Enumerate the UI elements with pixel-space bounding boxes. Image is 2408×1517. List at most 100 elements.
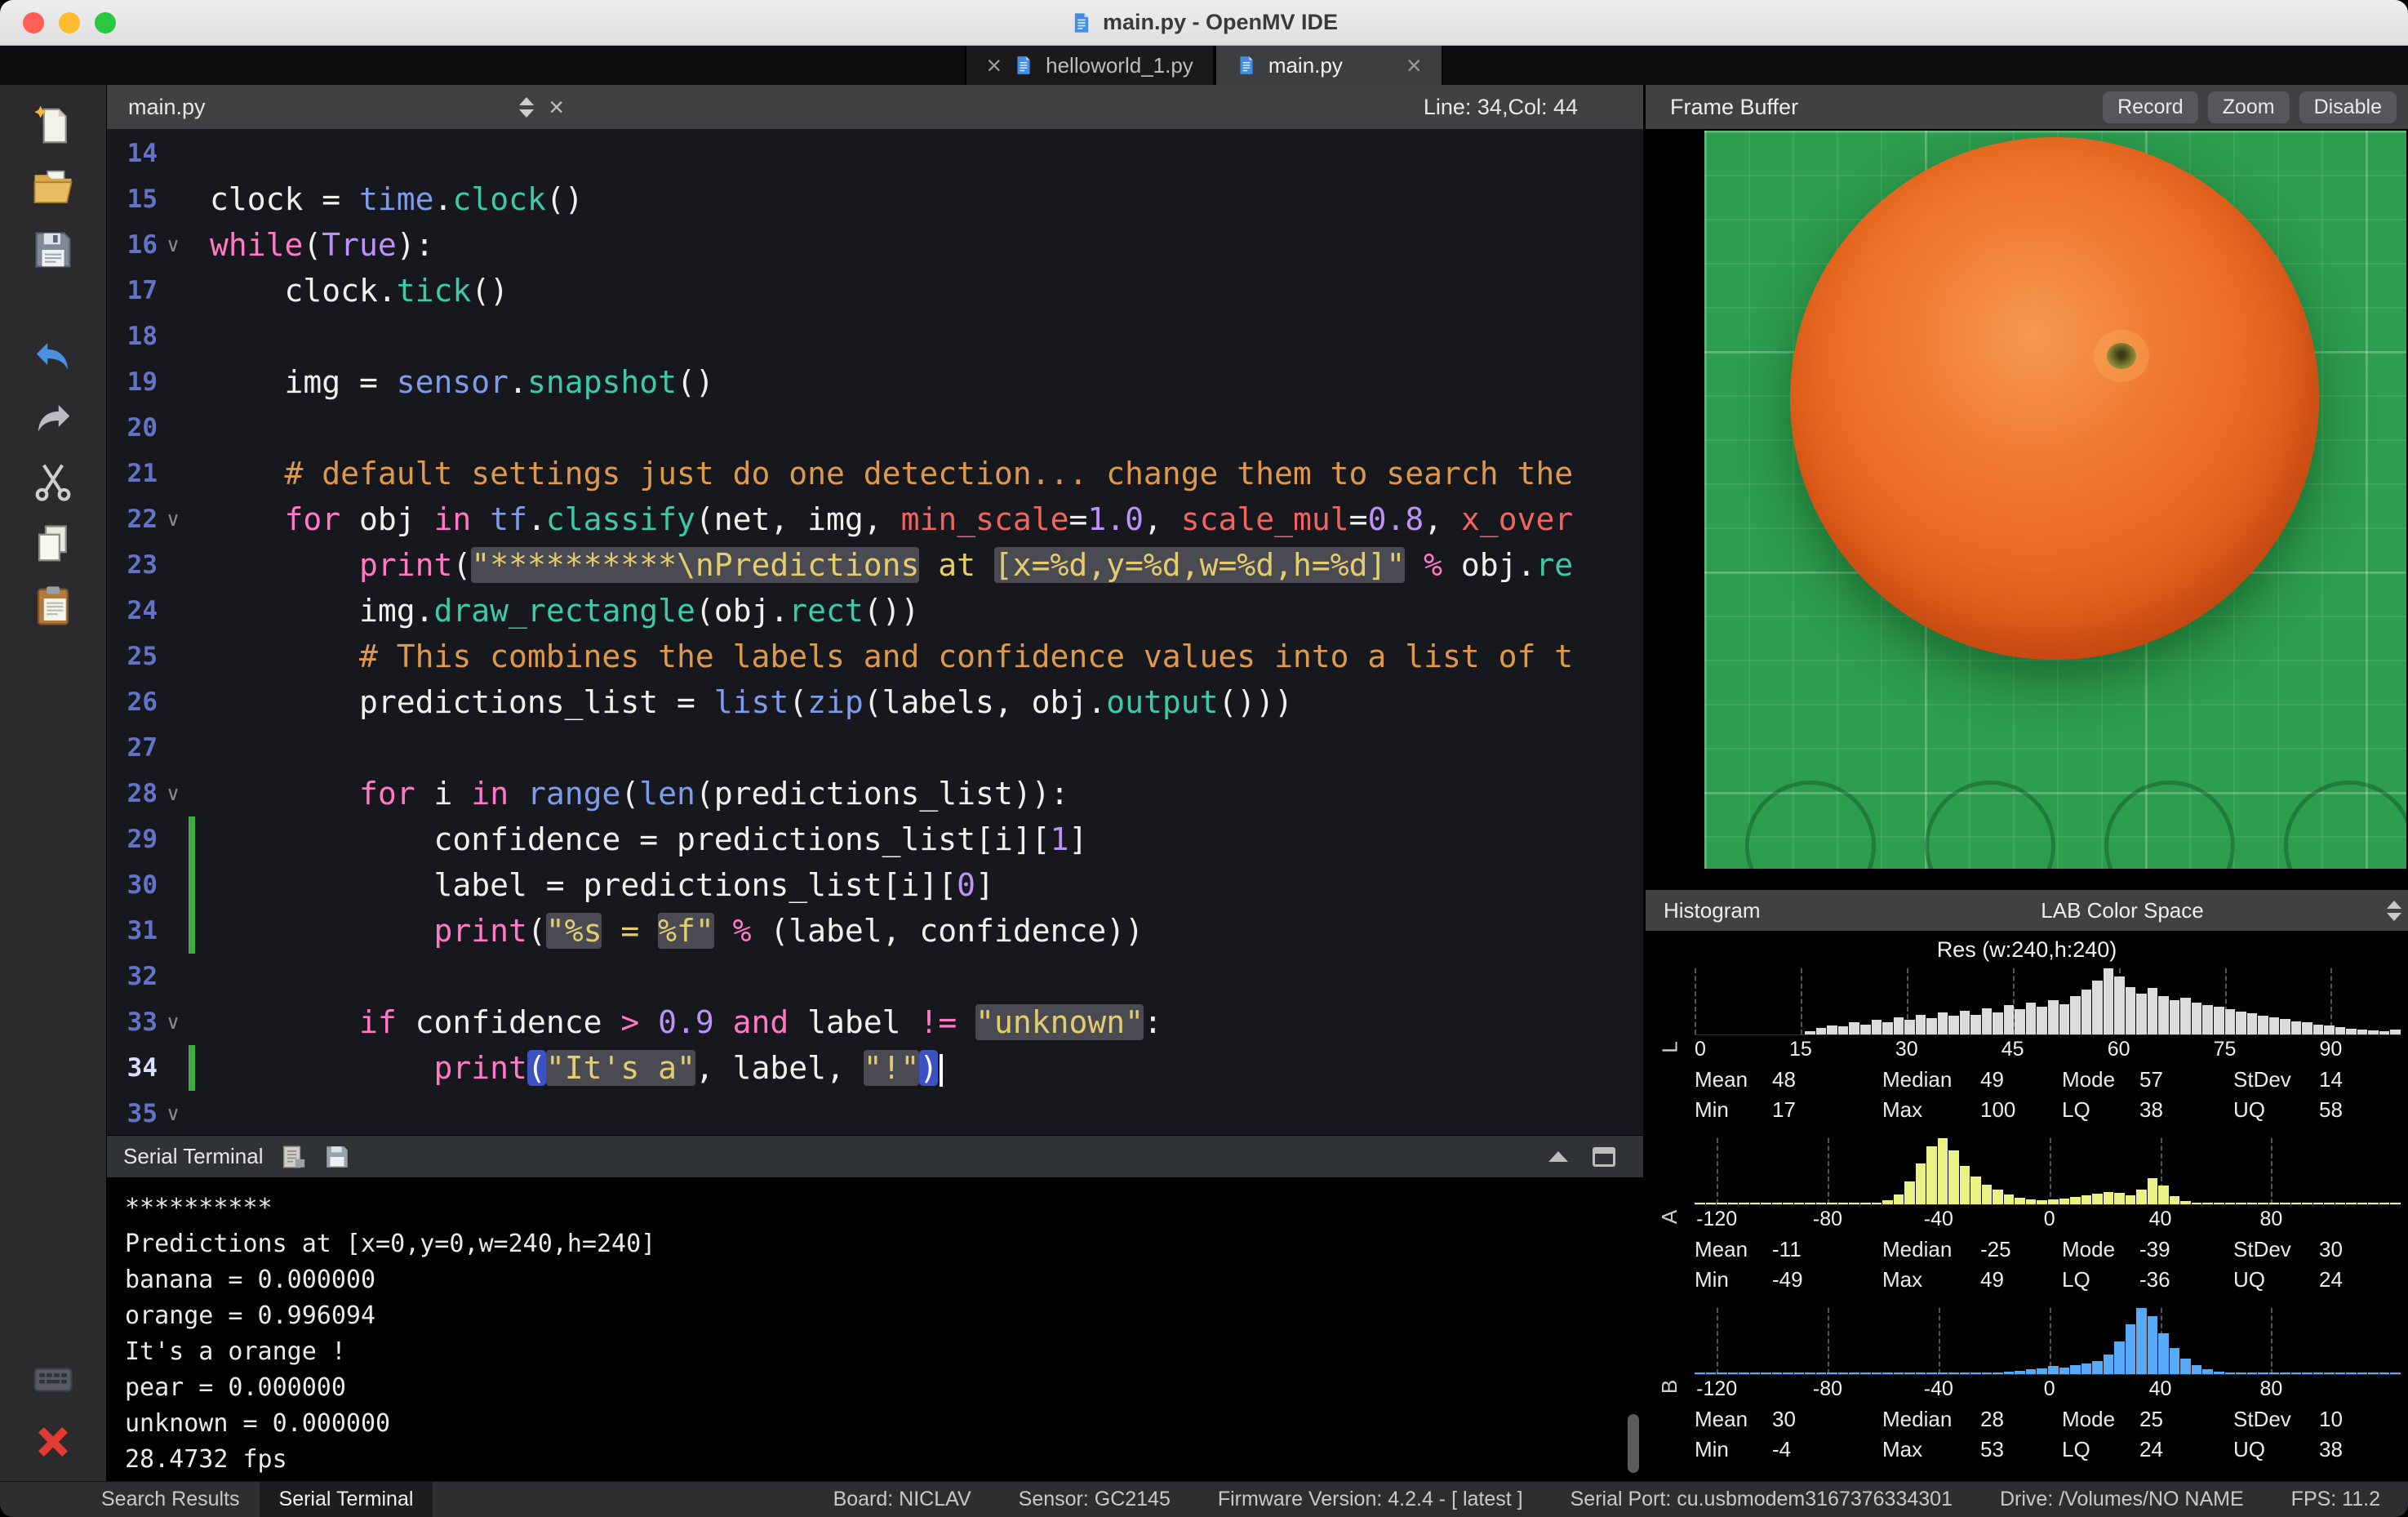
histogram-bars — [1695, 1138, 2401, 1204]
stat-label: Mean — [1695, 1404, 1772, 1435]
serial-terminal-output[interactable]: **********Predictions at [x=0,y=0,w=240,… — [107, 1177, 1643, 1481]
connect-board-button[interactable] — [27, 1355, 79, 1405]
axis-tick-label: 0 — [1695, 1038, 1706, 1061]
histogram-bar — [1982, 1008, 1993, 1034]
fold-marker-icon[interactable]: ∨ — [158, 222, 189, 268]
minimize-window-button[interactable] — [59, 12, 80, 33]
histogram-bar — [1695, 1372, 1705, 1374]
detach-panel-icon[interactable] — [1593, 1147, 1615, 1167]
code-line: 19 img = sensor.snapshot() — [107, 359, 1643, 405]
redo-button[interactable] — [27, 394, 79, 445]
histogram-bar — [2202, 1203, 2213, 1204]
histogram-bar — [2092, 1194, 2103, 1204]
histogram-bar — [2202, 1369, 2213, 1374]
change-marker — [189, 588, 195, 634]
close-tab-icon[interactable]: × — [986, 52, 1002, 78]
terminal-scrollbar[interactable] — [1628, 1414, 1639, 1473]
histogram-bar — [2148, 1178, 2158, 1204]
open-document-dropdown[interactable]: main.py × — [107, 92, 564, 122]
histogram-bar — [1750, 1372, 1761, 1374]
histogram-bars — [1695, 1308, 2401, 1374]
save-log-button[interactable] — [323, 1143, 351, 1171]
left-toolbar — [0, 85, 106, 1481]
close-tab-icon[interactable]: × — [1406, 52, 1422, 78]
copy-button[interactable] — [27, 518, 79, 569]
histogram-bar — [1982, 1185, 1993, 1204]
fold-marker-icon[interactable]: ∨ — [158, 999, 189, 1045]
code-line: 27 — [107, 725, 1643, 771]
status-serial-port: Serial Port: cu.usbmodem3167376334301 — [1571, 1488, 1953, 1511]
collapse-panel-icon[interactable] — [1548, 1151, 1568, 1162]
record-button[interactable]: Record — [2103, 91, 2198, 123]
code-line: 22∨ for obj in tf.classify(net, img, min… — [107, 496, 1643, 542]
code-text: predictions_list = list(zip(labels, obj.… — [210, 679, 1293, 725]
stat-value: 38 — [2139, 1095, 2233, 1125]
stat-label: Mode — [2062, 1404, 2139, 1435]
tab-main[interactable]: main.py × — [1215, 46, 1443, 85]
fold-spacer — [158, 1045, 189, 1091]
close-window-button[interactable] — [23, 12, 44, 33]
frame-buffer-header: Frame Buffer Record Zoom Disable — [1646, 85, 2408, 129]
copy-log-button[interactable] — [279, 1143, 307, 1171]
histogram-bar — [2247, 1013, 2258, 1034]
tab-label: main.py — [1268, 53, 1343, 78]
document-selector-arrows-icon[interactable] — [519, 97, 534, 118]
histogram-bar — [2114, 1341, 2125, 1375]
histogram-bar — [1970, 1372, 1981, 1374]
histogram-bar — [2158, 1333, 2169, 1374]
fold-spacer — [158, 542, 189, 588]
statusbar-tab-search-results[interactable]: Search Results — [82, 1482, 260, 1517]
histogram-bar — [2104, 968, 2114, 1034]
orange-stem — [2107, 343, 2136, 369]
fold-marker-icon[interactable]: ∨ — [158, 771, 189, 816]
histogram-bar — [2379, 1031, 2390, 1034]
editor-toolbar: main.py × Line: 34,Col: 44 — [107, 85, 1643, 129]
window-title: main.py - OpenMV IDE — [1103, 10, 1338, 35]
code-editor[interactable]: 1415clock = time.clock()16∨while(True):1… — [107, 129, 1643, 1135]
histogram-bar — [2004, 1005, 2015, 1034]
axis-tick-label: 40 — [2149, 1377, 2172, 1401]
stat-value: 10 — [2319, 1404, 2401, 1435]
fold-marker-icon[interactable]: ∨ — [158, 1091, 189, 1135]
fold-spacer — [158, 314, 189, 359]
zoom-window-button[interactable] — [95, 12, 116, 33]
stop-script-button[interactable] — [27, 1417, 79, 1467]
histogram-bar — [2081, 990, 2092, 1034]
cut-button[interactable] — [27, 456, 79, 507]
histogram-bar — [2070, 996, 2081, 1034]
channel-label: A — [1646, 1138, 1695, 1295]
paste-button[interactable] — [27, 581, 79, 631]
colorspace-spinner-icon[interactable] — [2387, 901, 2401, 921]
undo-button[interactable] — [27, 332, 79, 383]
statusbar-tab-serial-terminal[interactable]: Serial Terminal — [260, 1482, 433, 1517]
tab-helloworld[interactable]: × helloworld_1.py — [965, 46, 1214, 85]
histogram-bar — [1938, 1012, 1948, 1034]
close-document-icon[interactable]: × — [549, 92, 564, 122]
histogram-bar — [1916, 1372, 1926, 1374]
code-line: 20 — [107, 405, 1643, 451]
right-panel: Frame Buffer Record Zoom Disable — [1643, 85, 2408, 1481]
histogram-bar — [2258, 1203, 2268, 1204]
histogram-bar — [2192, 1003, 2202, 1034]
axis-ticks: -120-80-4004080 — [1695, 1205, 2401, 1235]
fold-marker-icon[interactable]: ∨ — [158, 496, 189, 542]
histogram-bar — [1872, 1203, 1882, 1204]
line-number: 17 — [107, 268, 158, 314]
disable-button[interactable]: Disable — [2299, 91, 2397, 123]
new-file-button[interactable] — [27, 100, 79, 151]
open-file-button[interactable] — [27, 162, 79, 213]
change-marker — [189, 496, 195, 542]
line-number: 14 — [107, 131, 158, 176]
stat-value: 24 — [2139, 1435, 2233, 1465]
editor-column: main.py × Line: 34,Col: 44 1415clock = t… — [106, 85, 1643, 1481]
code-line: 34 print("It's a", label, "!") — [107, 1045, 1643, 1091]
save-button[interactable] — [27, 225, 79, 275]
stat-value: -49 — [1772, 1265, 1882, 1295]
colorspace-dropdown[interactable]: LAB Color Space — [1837, 890, 2408, 931]
line-number: 27 — [107, 725, 158, 771]
frame-buffer-view[interactable] — [1646, 129, 2408, 890]
stat-value: 17 — [1772, 1095, 1882, 1125]
hist-channel-L: L0153045607590Mean48Median49Mode57StDev1… — [1646, 968, 2401, 1125]
zoom-button[interactable]: Zoom — [2208, 91, 2290, 123]
histogram-bar — [2335, 1027, 2346, 1034]
